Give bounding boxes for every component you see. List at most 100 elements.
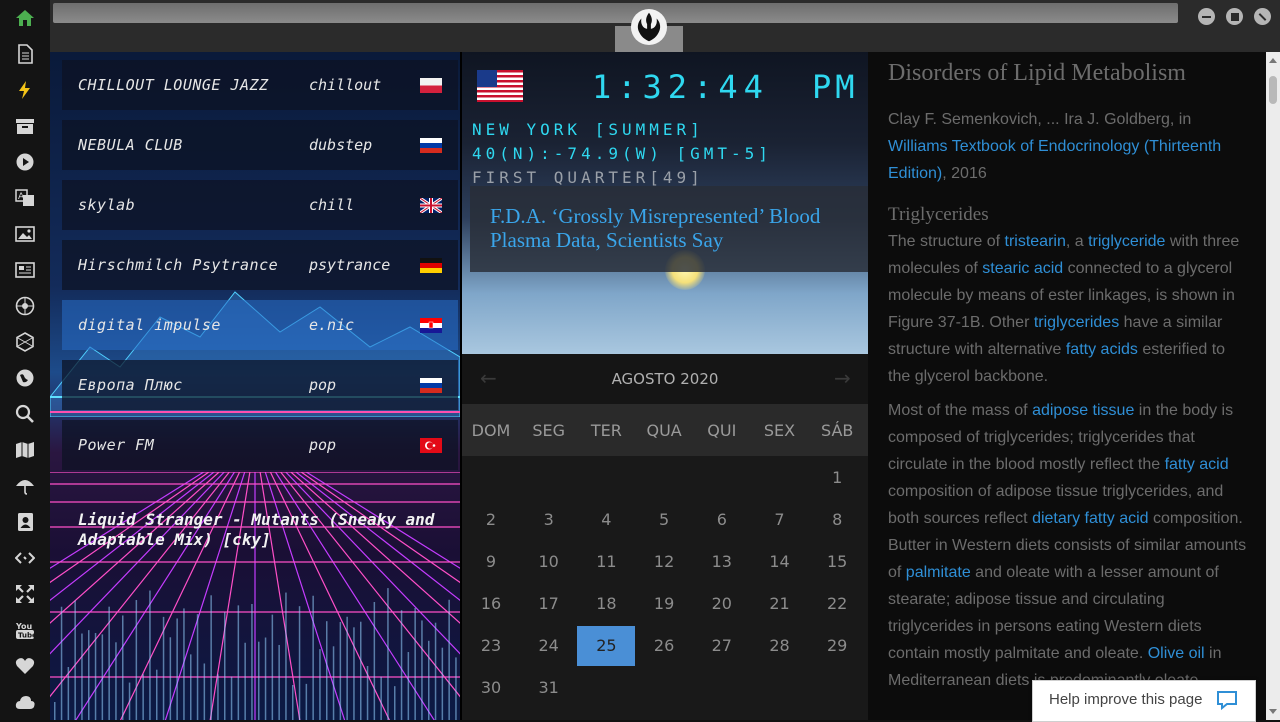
calendar-day[interactable]: 9	[462, 542, 520, 582]
scroll-down-icon[interactable]	[1269, 709, 1277, 714]
code-icon[interactable]	[0, 540, 50, 576]
article-book-link[interactable]: Williams Textbook of Endocrinology (Thir…	[888, 138, 1221, 182]
calendar-month: AGOSTO 2020	[611, 370, 719, 388]
svg-text:Tube: Tube	[18, 632, 35, 640]
station-item[interactable]: CHILLOUT LOUNGE JAZZ chillout	[62, 60, 458, 110]
station-item[interactable]: digital impulse e.nic	[62, 300, 458, 350]
close-button[interactable]	[1254, 8, 1271, 25]
article-link[interactable]: Olive oil	[1148, 645, 1205, 662]
bolt-icon[interactable]	[0, 72, 50, 108]
article-link[interactable]: adipose tissue	[1032, 402, 1134, 419]
station-name: Power FM	[78, 436, 155, 454]
calendar-day[interactable]: 12	[635, 542, 693, 582]
station-item[interactable]: Hirschmilch Psytrance psytrance	[62, 240, 458, 290]
article-link[interactable]: tristearin	[1005, 233, 1066, 250]
calendar-day[interactable]: 3	[520, 500, 578, 540]
calendar-day[interactable]: 2	[462, 500, 520, 540]
play-icon[interactable]	[0, 144, 50, 180]
calendar-day[interactable]: 8	[808, 500, 866, 540]
calendar-day[interactable]: 1	[808, 458, 866, 498]
calendar-day[interactable]: 29	[808, 626, 866, 666]
cloud-icon[interactable]	[0, 684, 50, 720]
flag-pl-icon	[420, 77, 442, 93]
news-headline[interactable]: F.D.A. ‘Grossly Misrepresented’ Blood Pl…	[490, 204, 860, 252]
news-card[interactable]: F.D.A. ‘Grossly Misrepresented’ Blood Pl…	[470, 186, 868, 272]
calendar-day[interactable]: 11	[577, 542, 635, 582]
maximize-button[interactable]	[1226, 8, 1243, 25]
calendar-day[interactable]: 26	[635, 626, 693, 666]
globe-icon[interactable]	[0, 360, 50, 396]
station-item[interactable]: Power FM pop	[62, 420, 458, 470]
calendar-day[interactable]: 20	[693, 584, 751, 624]
calendar-day[interactable]: 30	[462, 668, 520, 708]
station-genre: e.nic	[309, 316, 355, 334]
scrollbar-thumb[interactable]	[1269, 76, 1277, 104]
home-icon[interactable]	[0, 0, 50, 36]
article-link[interactable]: triglyceride	[1088, 233, 1165, 250]
hexagon-icon[interactable]	[0, 324, 50, 360]
article-link[interactable]: dietary fatty acid	[1032, 510, 1149, 527]
weekday-label: DOM	[471, 421, 511, 440]
image-icon[interactable]	[0, 216, 50, 252]
calendar-day[interactable]: 24	[520, 626, 578, 666]
weekday-label: QUA	[646, 421, 682, 440]
calendar-day[interactable]: 4	[577, 500, 635, 540]
document-icon[interactable]	[0, 36, 50, 72]
calendar-day[interactable]: 21	[751, 584, 809, 624]
flag-de-icon	[420, 257, 442, 273]
help-improve-button[interactable]: Help improve this page	[1032, 680, 1256, 722]
calendar-day[interactable]: 17	[520, 584, 578, 624]
flag-tr-icon	[420, 437, 442, 453]
expand-icon[interactable]	[0, 576, 50, 612]
clock-time: 1:32:44	[592, 68, 769, 106]
contact-icon[interactable]	[0, 504, 50, 540]
article-scrollbar[interactable]	[1266, 52, 1280, 720]
article-link[interactable]: palmitate	[906, 564, 971, 581]
calendar-day[interactable]: 13	[693, 542, 751, 582]
calendar-day[interactable]: 27	[693, 626, 751, 666]
calendar-day[interactable]: 5	[635, 500, 693, 540]
middle-panel: 1:32:44 PM NEW YORK [SUMMER] 40(N):-74.9…	[462, 52, 868, 720]
rebel-icon[interactable]	[0, 288, 50, 324]
calendar-day[interactable]: 10	[520, 542, 578, 582]
clock-ampm: PM	[812, 68, 859, 106]
heart-icon[interactable]	[0, 648, 50, 684]
calendar-day[interactable]: 22	[808, 584, 866, 624]
calendar-day[interactable]: 15	[808, 542, 866, 582]
minimize-button[interactable]	[1198, 8, 1215, 25]
calendar-day[interactable]: 6	[693, 500, 751, 540]
station-genre: dubstep	[309, 136, 373, 154]
search-icon[interactable]	[0, 396, 50, 432]
calendar-day[interactable]: 19	[635, 584, 693, 624]
archive-icon[interactable]	[0, 108, 50, 144]
calendar-day[interactable]: 18	[577, 584, 635, 624]
station-name: Европа Плюс	[78, 376, 183, 394]
calendar-day[interactable]: 23	[462, 626, 520, 666]
station-item[interactable]: NEBULA CLUB dubstep	[62, 120, 458, 170]
article-paragraph-2: Most of the mass of adipose tissue in th…	[888, 397, 1248, 694]
calendar-day[interactable]: 7	[751, 500, 809, 540]
weekday-label: SEX	[763, 421, 796, 440]
calendar-day[interactable]: 14	[751, 542, 809, 582]
scroll-up-icon[interactable]	[1269, 58, 1277, 63]
calendar-day[interactable]: 28	[751, 626, 809, 666]
station-item[interactable]: Европа Плюс pop	[62, 360, 458, 410]
article-link[interactable]: triglycerides	[1034, 314, 1119, 331]
article-link[interactable]: stearic acid	[982, 260, 1063, 277]
rebel-logo-icon[interactable]	[630, 8, 668, 46]
article-link[interactable]: fatty acid	[1165, 456, 1229, 473]
newspaper-icon[interactable]	[0, 252, 50, 288]
map-icon[interactable]	[0, 432, 50, 468]
article-link[interactable]: fatty acids	[1066, 341, 1138, 358]
umbrella-icon[interactable]	[0, 468, 50, 504]
address-bar[interactable]	[53, 3, 1178, 23]
station-name: skylab	[78, 196, 136, 214]
calendar-day[interactable]: 16	[462, 584, 520, 624]
station-item[interactable]: skylab chill	[62, 180, 458, 230]
translate-icon[interactable]: A	[0, 180, 50, 216]
weekday-label: QUI	[707, 421, 737, 440]
calendar-day[interactable]: 31	[520, 668, 578, 708]
calendar-day-selected[interactable]: 25	[577, 626, 636, 666]
calendar-next-icon[interactable]: →	[834, 366, 851, 390]
youtube-icon[interactable]: You Tube	[0, 612, 50, 648]
